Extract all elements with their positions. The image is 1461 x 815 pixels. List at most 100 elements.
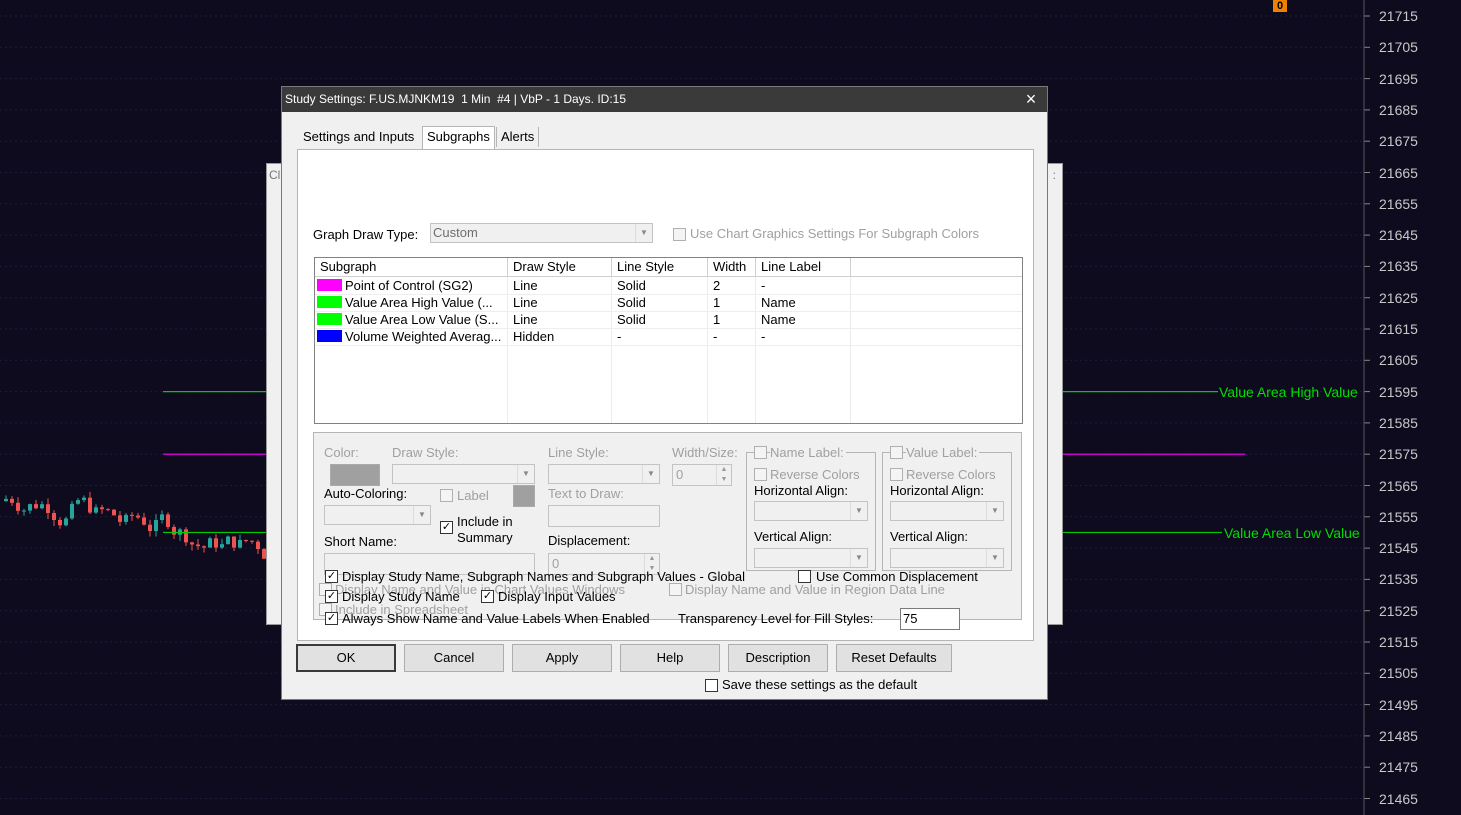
- text-to-draw-label: Text to Draw:: [548, 486, 624, 501]
- name-label-checkbox[interactable]: [754, 446, 767, 459]
- column-header-line-label[interactable]: Line Label: [756, 258, 851, 276]
- price-axis-label: 21475: [1379, 759, 1418, 776]
- candle-body: [130, 514, 134, 516]
- candle-body: [148, 524, 152, 532]
- table-cell-width: 2: [713, 278, 721, 293]
- apply-button[interactable]: Apply: [512, 644, 612, 672]
- candle-body: [214, 538, 218, 548]
- tab-subgraphs[interactable]: Subgraphs: [422, 126, 495, 149]
- subgraph-table[interactable]: Subgraph Draw Style Line Style Width Lin…: [314, 257, 1023, 424]
- include-in-summary-checkbox[interactable]: ✓: [440, 521, 453, 534]
- candle-body: [52, 512, 56, 520]
- transparency-input[interactable]: 75: [900, 608, 960, 630]
- column-header-width[interactable]: Width: [708, 258, 756, 276]
- price-axis-label: 21615: [1379, 321, 1418, 337]
- cancel-button[interactable]: Cancel: [404, 644, 504, 672]
- display-study-name-subgraphs-checkbox[interactable]: ✓: [325, 570, 338, 583]
- price-axis-label: 21705: [1379, 39, 1418, 56]
- tab-settings-and-inputs[interactable]: Settings and Inputs: [299, 127, 418, 147]
- column-header-line-style[interactable]: Line Style: [612, 258, 708, 276]
- price-axis-label: 21695: [1379, 70, 1418, 87]
- label-checkbox[interactable]: [440, 489, 453, 502]
- table-row[interactable]: Value Area Low Value (S... Line Solid 1 Name: [315, 311, 1022, 329]
- name-horizontal-align-select[interactable]: ▼: [754, 501, 868, 521]
- candle-body: [190, 542, 194, 545]
- draw-style-label: Draw Style:: [392, 445, 459, 460]
- chevron-down-icon: ▼: [413, 506, 430, 524]
- table-header: Subgraph Draw Style Line Style Width Lin…: [315, 258, 1022, 277]
- price-axis-label: 21495: [1379, 696, 1418, 713]
- label-checkbox-label: Label: [457, 488, 489, 503]
- subgraph-color-chip[interactable]: [317, 313, 342, 325]
- candle-body: [94, 507, 98, 513]
- price-axis-label: 21605: [1379, 352, 1418, 369]
- graph-draw-type-select[interactable]: Custom ▼: [430, 223, 653, 243]
- dialog-titlebar[interactable]: Study Settings: F.US.MJNKM19 1 Min #4 | …: [282, 87, 1047, 112]
- candle-body: [40, 504, 44, 509]
- candle-body: [16, 502, 20, 511]
- use-chart-graphics-checkbox[interactable]: [673, 228, 686, 241]
- spinner-arrows-icon[interactable]: ▲ ▼: [716, 465, 731, 485]
- price-axis-label: 21625: [1379, 289, 1418, 306]
- use-common-displacement-checkbox[interactable]: [798, 570, 811, 583]
- include-in-summary-label-2: Summary: [457, 530, 513, 545]
- use-common-displacement-label: Use Common Displacement: [816, 569, 978, 584]
- price-axis-label: 21555: [1379, 508, 1418, 525]
- close-icon[interactable]: ×: [1021, 89, 1041, 109]
- subgraph-color-chip[interactable]: [317, 279, 342, 291]
- table-row[interactable]: Point of Control (SG2) Line Solid 2 -: [315, 277, 1022, 295]
- subgraph-color-chip[interactable]: [317, 296, 342, 308]
- subgraph-color-chip[interactable]: [317, 330, 342, 342]
- label-color-swatch[interactable]: [513, 485, 535, 507]
- column-header-subgraph[interactable]: Subgraph: [315, 258, 508, 276]
- column-header-draw-style[interactable]: Draw Style: [508, 258, 612, 276]
- tab-alerts[interactable]: Alerts: [496, 127, 540, 147]
- save-default-label: Save these settings as the default: [722, 677, 918, 692]
- table-row[interactable]: Value Area High Value (... Line Solid 1 Name: [315, 294, 1022, 312]
- table-cell-width: 1: [713, 312, 721, 327]
- transparency-label: Transparency Level for Fill Styles:: [678, 611, 874, 626]
- price-axis-label: 21645: [1379, 227, 1418, 244]
- candle-body: [220, 544, 224, 548]
- table-cell-subgraph: Value Area High Value (...: [345, 295, 493, 310]
- candle-body: [124, 514, 128, 522]
- line-style-select[interactable]: ▼: [548, 464, 660, 484]
- table-cell-line-style: Solid: [617, 312, 646, 327]
- candle-body: [256, 541, 260, 550]
- graph-draw-type-label: Graph Draw Type:: [313, 227, 419, 242]
- value-horizontal-align-select[interactable]: ▼: [890, 501, 1004, 521]
- price-axis-label: 21535: [1379, 571, 1418, 588]
- dialog-title: Study Settings: F.US.MJNKM19 1 Min #4 | …: [285, 92, 627, 106]
- candle-body: [244, 539, 248, 541]
- candle-body: [46, 504, 50, 513]
- display-input-values-checkbox[interactable]: ✓: [481, 590, 494, 603]
- color-swatch[interactable]: [330, 464, 380, 486]
- description-button[interactable]: Description: [728, 644, 828, 672]
- always-show-name-checkbox[interactable]: ✓: [325, 612, 338, 625]
- chart-marker-badge: 0: [1273, 0, 1287, 12]
- name-reverse-colors-checkbox[interactable]: [754, 468, 767, 481]
- auto-coloring-label: Auto-Coloring:: [324, 486, 408, 501]
- auto-coloring-select[interactable]: ▼: [324, 505, 431, 525]
- candle-body: [88, 497, 92, 513]
- name-horizontal-align-label: Horizontal Align:: [754, 483, 848, 498]
- draw-style-select[interactable]: ▼: [392, 464, 535, 484]
- display-study-name-checkbox[interactable]: ✓: [325, 590, 338, 603]
- subgraphs-panel: Graph Draw Type: Custom ▼ Use Chart Grap…: [297, 149, 1034, 641]
- text-to-draw-input[interactable]: [548, 505, 660, 527]
- width-size-spinner[interactable]: 0 ▲ ▼: [672, 464, 732, 486]
- price-axis-label: 21525: [1379, 602, 1418, 619]
- value-vertical-align-select[interactable]: ▼: [890, 548, 1004, 568]
- chevron-down-icon: ▼: [850, 502, 867, 520]
- name-vertical-align-label: Vertical Align:: [754, 529, 833, 544]
- table-row[interactable]: Volume Weighted Averag... Hidden - - -: [315, 328, 1022, 346]
- value-label-checkbox[interactable]: [890, 446, 903, 459]
- value-reverse-colors-checkbox[interactable]: [890, 468, 903, 481]
- display-study-name-subgraphs-label: Display Study Name, Subgraph Names and S…: [342, 569, 745, 584]
- save-default-checkbox[interactable]: [705, 679, 718, 692]
- help-button[interactable]: Help: [620, 644, 720, 672]
- ok-button[interactable]: OK: [296, 644, 396, 672]
- reset-defaults-button[interactable]: Reset Defaults: [836, 644, 952, 672]
- candle-body: [184, 529, 188, 543]
- name-vertical-align-select[interactable]: ▼: [754, 548, 868, 568]
